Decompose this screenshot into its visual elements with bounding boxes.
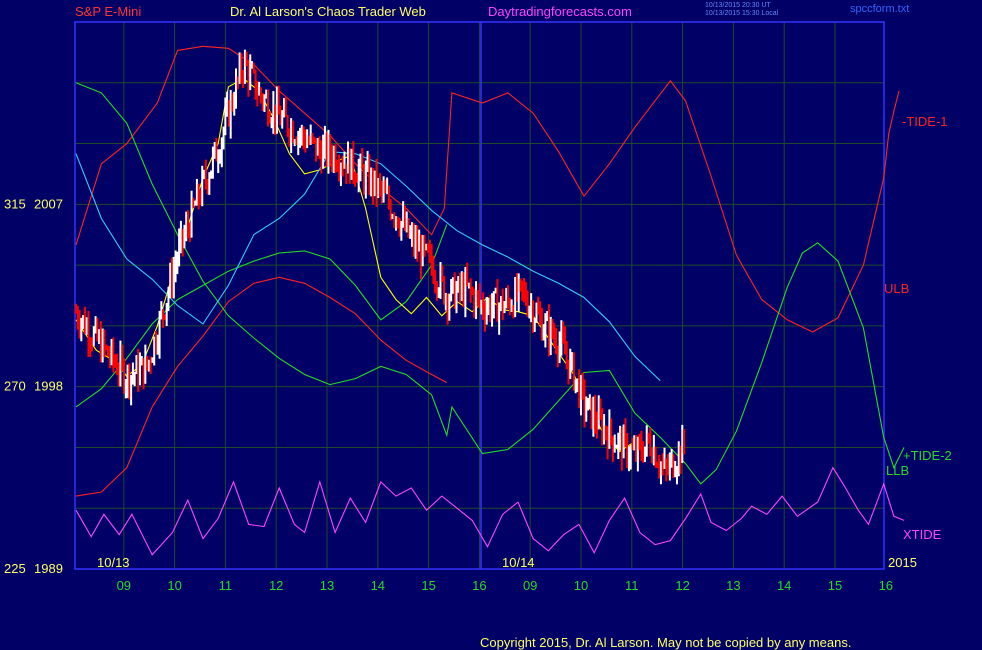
x-tick-label: 14 xyxy=(777,578,791,593)
y-tick-label-right: 1989 xyxy=(34,561,63,576)
x-tick-label: 13 xyxy=(320,578,334,593)
y-tick-label-left: 315 xyxy=(4,196,26,211)
x-tick-label: 13 xyxy=(726,578,740,593)
series-label: -TIDE-1 xyxy=(902,114,948,129)
year-label: 2015 xyxy=(888,555,917,570)
x-tick-label: 15 xyxy=(828,578,842,593)
x-tick-label: 12 xyxy=(269,578,283,593)
x-tick-label: 16 xyxy=(472,578,486,593)
y-tick-label-right: 1998 xyxy=(34,379,63,394)
x-tick-label: 10 xyxy=(167,578,181,593)
y-tick-label-left: 225 xyxy=(4,561,26,576)
series-tide-2 xyxy=(75,82,905,485)
series-label: LLB xyxy=(886,463,909,478)
x-tick-label: 10 xyxy=(574,578,588,593)
date-label: 10/13 xyxy=(97,555,130,570)
x-tick-label: 14 xyxy=(371,578,385,593)
series-label: +TIDE-2 xyxy=(903,448,952,463)
series-xtide xyxy=(75,466,905,556)
date-label: 10/14 xyxy=(502,555,535,570)
copyright-notice: Copyright 2015, Dr. Al Larson. May not b… xyxy=(480,635,852,650)
chart: 09 10 11 12 13 14 15 16 09 10 11 12 13 14 15 16 10/13 10/… xyxy=(4,21,952,593)
series-slow-ma xyxy=(75,151,661,381)
x-tick-label: 11 xyxy=(625,578,639,593)
y-tick-label-left: 270 xyxy=(4,379,26,394)
y-tick-label-right: 2007 xyxy=(34,196,63,211)
x-tick-label: 09 xyxy=(523,578,537,593)
x-tick-label: 11 xyxy=(219,578,233,593)
series-label: XTIDE xyxy=(903,527,942,542)
x-tick-label: 12 xyxy=(675,578,689,593)
price-bars xyxy=(75,49,686,485)
x-tick-label: 09 xyxy=(117,578,131,593)
series-label: ULB xyxy=(884,281,909,296)
x-tick-label: 16 xyxy=(879,578,893,593)
x-tick-label: 15 xyxy=(421,578,435,593)
